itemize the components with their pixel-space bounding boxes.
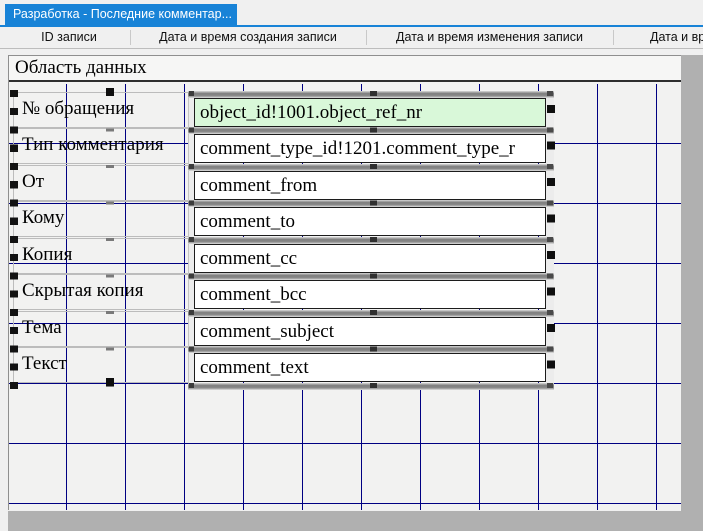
field-label[interactable]: Скрытая копия	[13, 274, 194, 310]
tab-development[interactable]: Разработка - Последние комментар...	[5, 4, 237, 25]
field-label[interactable]: № обращения	[13, 92, 194, 128]
field-label[interactable]: Кому	[13, 201, 194, 237]
tab-bar: Разработка - Последние комментар...	[0, 0, 703, 27]
field-label[interactable]: Тип комментария	[13, 128, 194, 164]
field-label[interactable]: Копия	[13, 238, 194, 274]
band-header[interactable]: Область данных	[9, 56, 681, 82]
horizontal-scrollbar-area[interactable]	[8, 511, 703, 531]
column-header-modified[interactable]: Дата и время изменения записи	[366, 27, 613, 48]
column-header-clipped[interactable]: Дата и вр	[613, 27, 703, 48]
column-header-created[interactable]: Дата и время создания записи	[130, 27, 366, 48]
field-label[interactable]: Текст	[13, 347, 194, 383]
selection-handles-labels-left[interactable]	[10, 90, 18, 390]
field-label[interactable]: От	[13, 165, 194, 201]
field-list-header: ID записи Дата и время создания записи Д…	[0, 27, 703, 48]
selection-handle[interactable]	[106, 378, 114, 386]
vertical-scrollbar-area[interactable]	[681, 55, 703, 531]
column-header-id[interactable]: ID записи	[8, 27, 130, 48]
design-surface[interactable]: Область данных № обращения Тип комментар…	[8, 55, 681, 510]
band-title: Область данных	[15, 57, 147, 78]
selection-handles-fields-right[interactable]	[547, 105, 555, 390]
selection-handles-fields-left[interactable]	[189, 91, 194, 390]
selection-handles-bars-center[interactable]	[370, 91, 377, 390]
header-divider-line	[0, 48, 703, 49]
selection-handle[interactable]	[106, 88, 114, 96]
field-label[interactable]: Тема	[13, 311, 194, 347]
selection-handles-labels-center[interactable]	[106, 92, 114, 388]
